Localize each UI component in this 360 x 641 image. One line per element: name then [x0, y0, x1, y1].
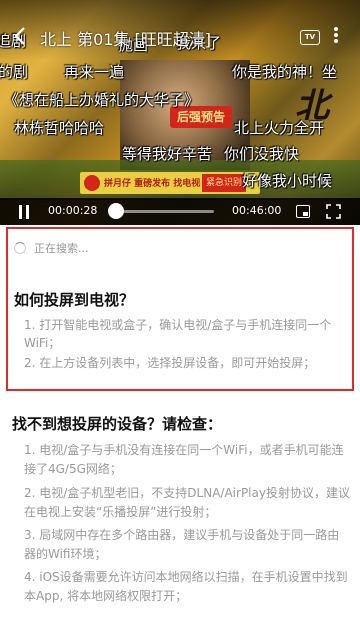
danmaku-comment: 等得我好辛苦 [122, 145, 213, 163]
chevron-left-icon [14, 27, 25, 45]
device-search-panel: 正在搜索... 如何投屏到电视？ 1. 打开智能电视或盒子，确认电视/盒子与手机… [6, 227, 354, 391]
danmaku-comment: 你是我的神！坐 [232, 63, 338, 81]
danmaku-comment: 再来一遍 [64, 63, 125, 81]
danmaku-comment: 好像我小时候 [242, 172, 333, 190]
troubleshoot-item: 1. 电视/盒子与手机没有连接在同一个WiFi，或者手机可能连接了4G/5G网络… [24, 443, 344, 476]
troubleshoot-item: 4. iOS设备需要允许访问本地网络以扫描，在手机设置中找到本App, 将本地网… [24, 570, 348, 603]
total-time: 00:46:00 [232, 204, 282, 217]
danmaku-comment: 《想在船上办婚礼的大华子》 [4, 91, 200, 109]
tv-cast-icon[interactable]: TV [300, 30, 320, 45]
danmaku-comment: 林栋哲哈哈哈 [14, 119, 105, 137]
pause-button[interactable] [18, 205, 30, 219]
danmaku-comment: 北上火力全开 [234, 119, 325, 137]
scene-banner-tag: 紧急识别 [202, 174, 247, 192]
progress-bar[interactable] [112, 210, 214, 213]
cast-help-title: 如何投屏到电视？ [14, 291, 135, 309]
more-options-icon[interactable] [334, 27, 340, 47]
danmaku-comment: 的剧 [0, 63, 29, 81]
loading-spinner-icon [14, 242, 26, 254]
current-time: 00:00:28 [48, 204, 98, 217]
progress-handle[interactable] [108, 203, 124, 219]
scene-banner-logo [84, 175, 100, 191]
search-status-text: 正在搜索... [34, 242, 89, 255]
video-player[interactable]: 后强预告 拼月仔 重磅发布 找电视 紧急识别 北 追剧 抛画 我来了 的剧 再来… [0, 0, 360, 225]
back-button[interactable] [14, 26, 30, 46]
player-top-bar: 北上 第01集 [旺旺超清] TV [0, 22, 360, 50]
picture-in-picture-icon[interactable] [296, 205, 310, 218]
troubleshoot-title: 找不到想投屏的设备？请检查： [12, 415, 223, 433]
troubleshoot-item: 2. 电视/盒子机型老旧，不支持DLNA/AirPlay投射协议，建议在电视上安… [24, 486, 350, 519]
pause-icon [19, 205, 22, 219]
player-control-bar: 00:00:28 00:46:00 [0, 198, 360, 225]
scene-banner: 拼月仔 重磅发布 找电视 紧急识别 [80, 172, 260, 194]
troubleshoot-item: 3. 局域网中存在多个路由器，建议手机与设备处于同一路由器的Wifi环境； [24, 528, 340, 561]
cast-help-step: 2. 在上方设备列表中，选择投屏设备，即可开始投屏； [24, 356, 316, 370]
scene-banner-text: 拼月仔 重磅发布 找电视 [104, 179, 201, 189]
cast-help-step: 1. 打开智能电视或盒子，确认电视/盒子与手机连接同一个WiFi； [24, 318, 332, 350]
danmaku-comment: 你们没我快 [224, 145, 300, 163]
fullscreen-icon[interactable] [326, 204, 341, 219]
video-title: 北上 第01集 [旺旺超清] [40, 30, 212, 49]
